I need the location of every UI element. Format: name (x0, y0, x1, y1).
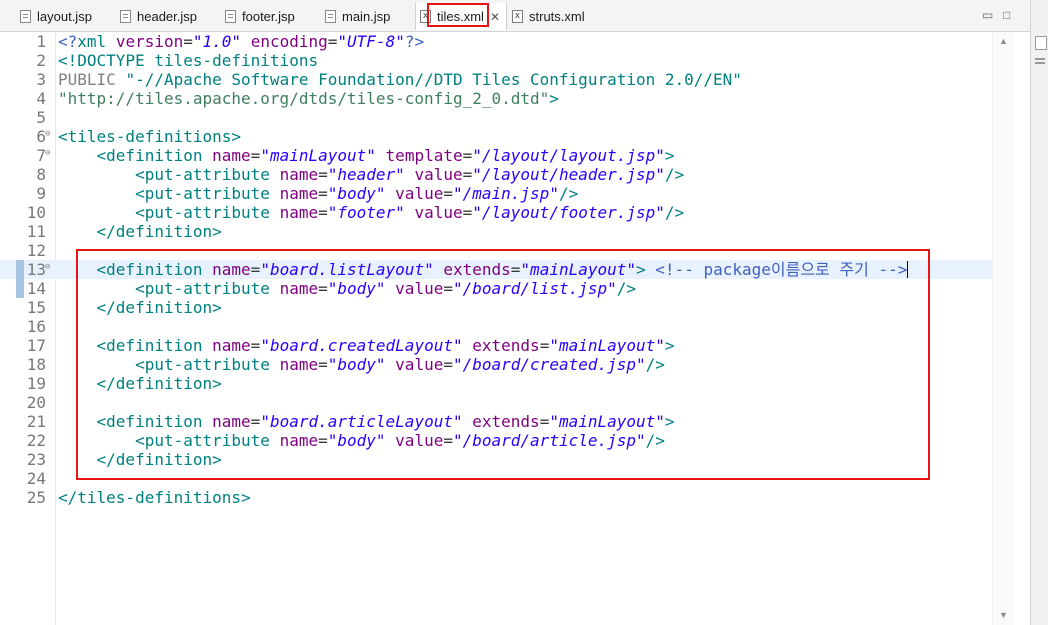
code-line: 25 </tiles-definitions> (0, 488, 1012, 507)
fold-toggle-icon[interactable]: ⊖ (45, 149, 54, 158)
close-icon[interactable]: ✕ (490, 10, 500, 24)
maximize-icon[interactable]: □ (1003, 8, 1010, 22)
code-line: 9 <put-attribute name="body" value="/mai… (0, 184, 1012, 203)
jsp-file-icon (20, 9, 31, 23)
line-content: </definition> (96, 222, 222, 241)
line-number: 8 (36, 165, 46, 184)
code-line: 7 ⊖ <definition name="mainLayout" templa… (0, 146, 1012, 165)
code-line: 5 (0, 108, 1012, 127)
code-line: 11 </definition> (0, 222, 1012, 241)
line-number: 25 (26, 488, 46, 507)
outline-view-icon[interactable] (1035, 36, 1047, 50)
line-number: 5 (36, 108, 46, 127)
line-number: 1 (36, 32, 46, 51)
line-content: "http://tiles.apache.org/dtds/tiles-conf… (58, 89, 559, 108)
line-number: 3 (36, 70, 46, 89)
tab-layout-jsp[interactable]: layout.jsp (20, 4, 92, 28)
line-number: 21 (26, 412, 46, 431)
right-side-panel (1030, 0, 1048, 625)
annotation-highlight-box (76, 249, 930, 480)
code-line: 2 <!DOCTYPE tiles-definitions (0, 51, 1012, 70)
code-line: 4 "http://tiles.apache.org/dtds/tiles-co… (0, 89, 1012, 108)
tab-header-jsp[interactable]: header.jsp (120, 4, 197, 28)
tab-label: layout.jsp (37, 8, 92, 24)
line-number: 7 (36, 146, 46, 165)
tab-footer-jsp[interactable]: footer.jsp (225, 4, 295, 28)
tab-label: struts.xml (529, 8, 585, 24)
line-number: 16 (26, 317, 46, 336)
line-content: PUBLIC "-//Apache Software Foundation//D… (58, 70, 742, 89)
code-line: 6 ⊖ <tiles-definitions> (0, 127, 1012, 146)
line-number: 17 (26, 336, 46, 355)
line-content: <put-attribute name="body" value="/main.… (135, 184, 579, 203)
line-number: 12 (26, 241, 46, 260)
jsp-file-icon (325, 9, 336, 23)
line-content: <?xml version="1.0" encoding="UTF-8"?> (58, 32, 425, 51)
line-number: 20 (26, 393, 46, 412)
vertical-scrollbar[interactable]: ▲ ▼ (992, 32, 1013, 625)
tab-struts-xml[interactable]: x struts.xml (512, 4, 585, 28)
line-content: </tiles-definitions> (58, 488, 251, 507)
line-number: 9 (36, 184, 46, 203)
line-content: <put-attribute name="footer" value="/lay… (135, 203, 685, 222)
jsp-file-icon (120, 9, 131, 23)
xml-file-icon: x (512, 9, 523, 23)
tab-label: header.jsp (137, 8, 197, 24)
minimize-icon[interactable]: ▭ (982, 8, 993, 22)
code-line: 3 PUBLIC "-//Apache Software Foundation/… (0, 70, 1012, 89)
code-line: 10 <put-attribute name="footer" value="/… (0, 203, 1012, 222)
panel-menu-icon[interactable] (1035, 58, 1045, 60)
line-number: 19 (26, 374, 46, 393)
fold-toggle-icon[interactable]: ⊖ (45, 263, 54, 272)
tab-label: footer.jsp (242, 8, 295, 24)
code-line: 8 <put-attribute name="header" value="/l… (0, 165, 1012, 184)
scroll-down-icon[interactable]: ▼ (999, 610, 1008, 620)
line-content: <!DOCTYPE tiles-definitions (58, 51, 319, 70)
code-line: 1 <?xml version="1.0" encoding="UTF-8"?> (0, 32, 1012, 51)
line-number: 22 (26, 431, 46, 450)
fold-toggle-icon[interactable]: ⊖ (45, 130, 54, 139)
line-number: 4 (36, 89, 46, 108)
line-content: <put-attribute name="header" value="/lay… (135, 165, 685, 184)
editor-tab-bar: layout.jsp header.jsp footer.jsp main.js… (0, 0, 1030, 32)
line-content: <definition name="mainLayout" template="… (96, 146, 675, 165)
line-number: 18 (26, 355, 46, 374)
line-number: 15 (26, 298, 46, 317)
line-number: 13 (26, 260, 46, 279)
line-number: 6 (36, 127, 46, 146)
active-tab-highlight (427, 3, 489, 27)
tab-label: main.jsp (342, 8, 391, 24)
line-number: 24 (26, 469, 46, 488)
line-number: 10 (26, 203, 46, 222)
jsp-file-icon (225, 9, 236, 23)
line-number: 2 (36, 51, 46, 70)
scroll-up-icon[interactable]: ▲ (999, 36, 1008, 46)
line-number: 14 (26, 279, 46, 298)
line-content: <tiles-definitions> (58, 127, 242, 146)
tab-main-jsp[interactable]: main.jsp (325, 4, 390, 28)
line-number: 11 (26, 222, 46, 241)
line-number: 23 (26, 450, 46, 469)
